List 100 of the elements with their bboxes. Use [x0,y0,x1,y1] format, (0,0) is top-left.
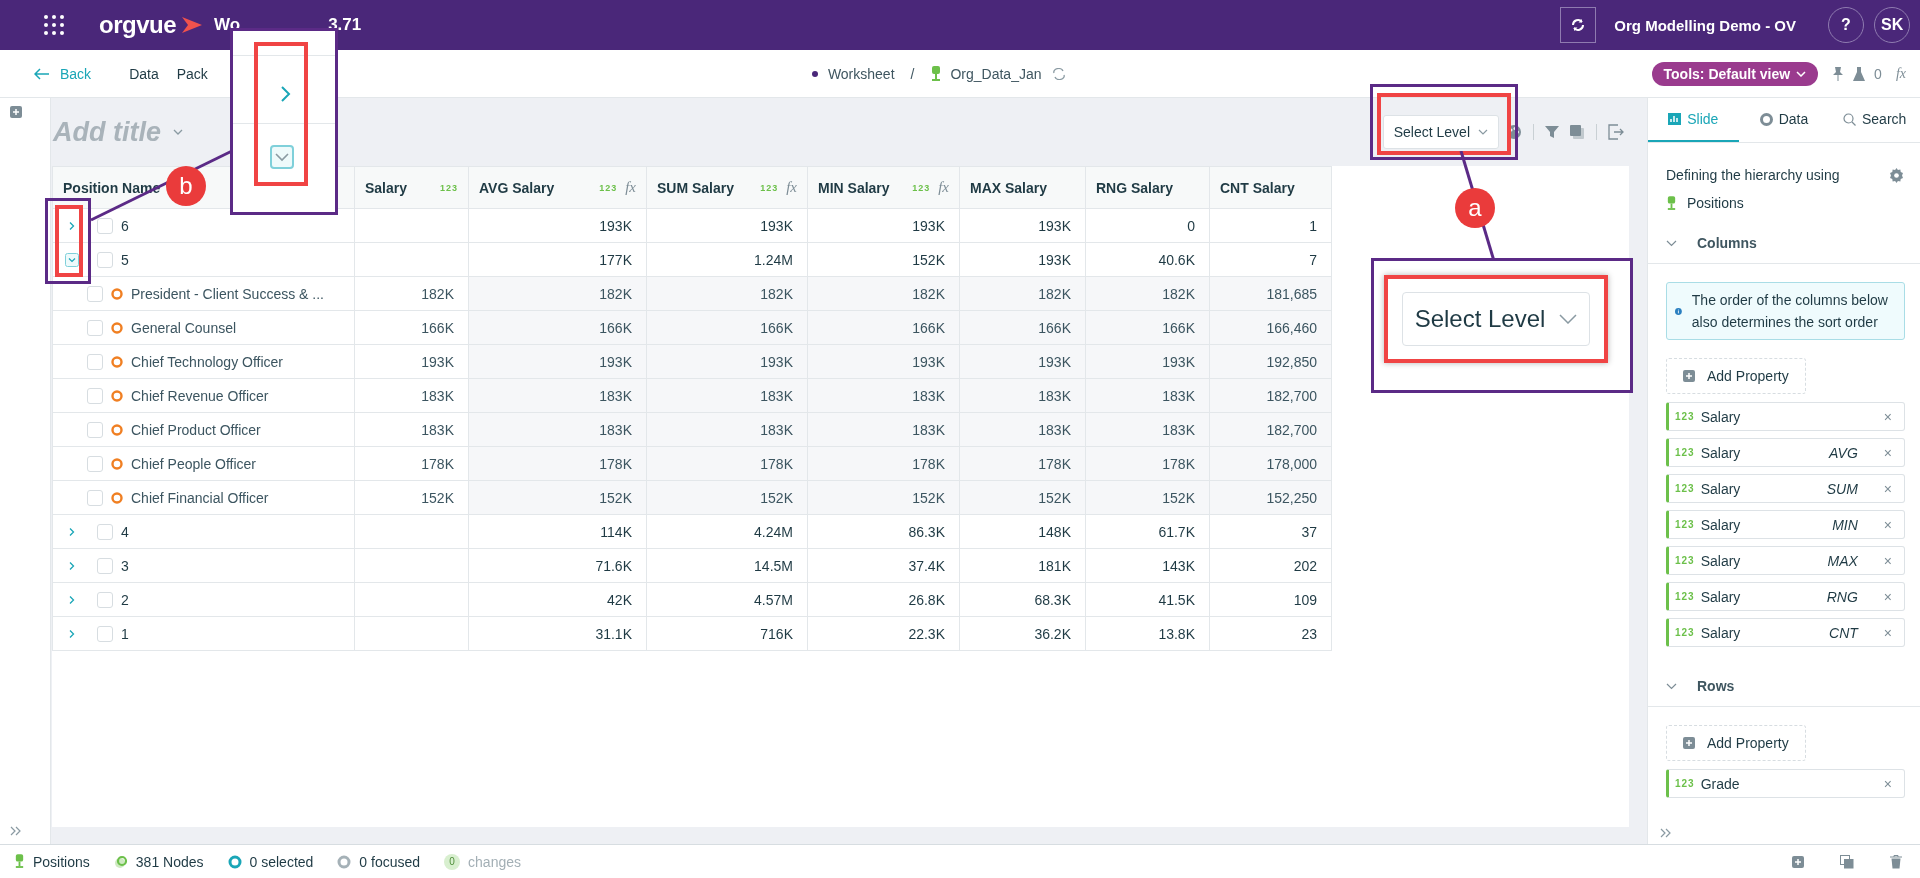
table-cell: 148K [959,514,1086,549]
column-header[interactable]: Salary 123 [354,166,469,209]
table-cell: 1 [1209,208,1332,243]
status-label: Positions [33,853,90,870]
property-item[interactable]: 123 Salary CNT × [1666,618,1905,647]
table-cell: 61.7K [1085,514,1210,549]
breadcrumb-item[interactable]: Org_Data_Jan [950,65,1042,82]
panel-tab[interactable]: Search [1829,98,1920,142]
table-cell: 37 [1209,514,1332,549]
column-header[interactable]: SUM Salary 123 fx [646,166,808,209]
property-item[interactable]: 123 Salary MAX × [1666,546,1905,575]
refresh-icon[interactable] [1051,67,1066,80]
row-label: 1 [121,625,129,642]
hierarchy-value: Positions [1687,195,1744,211]
column-header[interactable]: AVG Salary 123 fx [468,166,647,209]
row-checkbox[interactable] [97,523,113,540]
row-checkbox[interactable] [97,217,113,234]
table-cell: 183K [959,412,1086,447]
property-item[interactable]: 123 Salary RNG × [1666,582,1905,611]
caret-icon [1796,70,1807,77]
table-cell: 182K [959,276,1086,311]
nodes-icon [113,854,128,869]
row-checkbox[interactable] [97,557,113,574]
section-header[interactable]: Columns [1648,223,1920,264]
row-checkbox[interactable] [97,625,113,642]
column-header[interactable]: MAX Salary [959,166,1086,209]
property-item[interactable]: 123 Salary MIN × [1666,510,1905,539]
table-cell: 193K [807,344,960,379]
breadcrumb-item[interactable]: Worksheet [827,65,895,82]
table-cell: 40.6K [1085,242,1210,277]
column-header[interactable]: CNT Salary [1209,166,1332,209]
filter-icon[interactable] [1545,125,1559,139]
app-grid-icon[interactable] [43,14,65,36]
add-icon[interactable] [10,106,22,118]
row-label: Chief Technology Officer [131,353,283,370]
nav-link[interactable]: Data [129,65,159,82]
trash-icon[interactable] [1890,854,1902,869]
row-checkbox[interactable] [87,421,103,438]
position-icon [111,287,123,300]
add-icon[interactable] [1792,855,1804,868]
project-name[interactable]: Org Modelling Demo - OV [1614,16,1796,34]
expand-icon[interactable] [1660,828,1672,838]
sync-button[interactable] [1560,7,1597,43]
property-item[interactable]: 123 Salary × [1666,402,1905,431]
app-logo-text: orgvue [99,11,176,39]
row-label: 2 [121,591,129,608]
table-cell: 166K [807,310,960,345]
table-cell: 183K [959,378,1086,413]
flask-icon[interactable] [1852,65,1867,82]
status-label: 0 focused [359,853,421,870]
table-cell: 23 [1209,616,1332,651]
table-cell: 182K [1085,276,1210,311]
bar-chart-icon [1668,113,1682,125]
row-checkbox[interactable] [87,455,103,472]
row-label: 4 [121,523,129,540]
table-cell: 182K [646,276,808,311]
row-checkbox[interactable] [87,319,103,336]
collapse-icon[interactable] [65,252,79,267]
tools-dropdown[interactable]: Tools: Default view [1651,61,1819,86]
column-header[interactable]: RNG Salary [1085,166,1210,209]
panel-tab[interactable]: Data [1738,98,1830,142]
row-checkbox[interactable] [87,489,103,506]
table-cell: 31.1K [468,616,647,651]
caret-icon[interactable] [173,129,183,135]
row-checkbox[interactable] [87,353,103,370]
row-checkbox[interactable] [97,591,113,608]
row-checkbox[interactable] [97,251,113,268]
export-icon[interactable] [1608,124,1624,140]
row-label: General Counsel [131,319,237,336]
formula-toggle[interactable]: fx [1895,65,1906,82]
settings-icon[interactable] [1889,167,1904,183]
expand-icon[interactable] [10,826,22,836]
section-header[interactable]: Rows [1648,666,1920,707]
chevron-icon [1666,682,1677,690]
table-cell: 166K [354,310,469,345]
table-cell: 4.57M [646,582,808,617]
table-cell: 716K [646,616,808,651]
table-cell: 152,250 [1209,480,1332,515]
nav-link[interactable]: Pack [176,65,208,82]
add-property-button[interactable]: Add Property [1666,725,1806,761]
select-level-dropdown[interactable]: Select Level [1382,115,1499,149]
add-property-button[interactable]: Add Property [1666,358,1806,394]
back-arrow-icon [34,67,50,80]
property-item[interactable]: 123 Grade × [1666,769,1905,798]
table-cell: 183K [1085,412,1210,447]
row-checkbox[interactable] [87,285,103,302]
layers-icon[interactable] [1569,124,1585,140]
column-header[interactable]: MIN Salary 123 fx [807,166,960,209]
table-cell: 37.4K [807,548,960,583]
pin-icon[interactable] [1832,65,1845,82]
row-label: Chief People Officer [131,455,257,472]
row-checkbox[interactable] [87,387,103,404]
table-cell: 181,685 [1209,276,1332,311]
property-item[interactable]: 123 Salary SUM × [1666,474,1905,503]
row-label: President - Client Success & ... [131,285,324,302]
table-cell: 166K [959,310,1086,345]
row-label: Chief Product Officer [131,421,261,438]
logo-mark-icon [180,15,204,35]
property-item[interactable]: 123 Salary AVG × [1666,438,1905,467]
copy-icon[interactable] [1840,854,1854,869]
